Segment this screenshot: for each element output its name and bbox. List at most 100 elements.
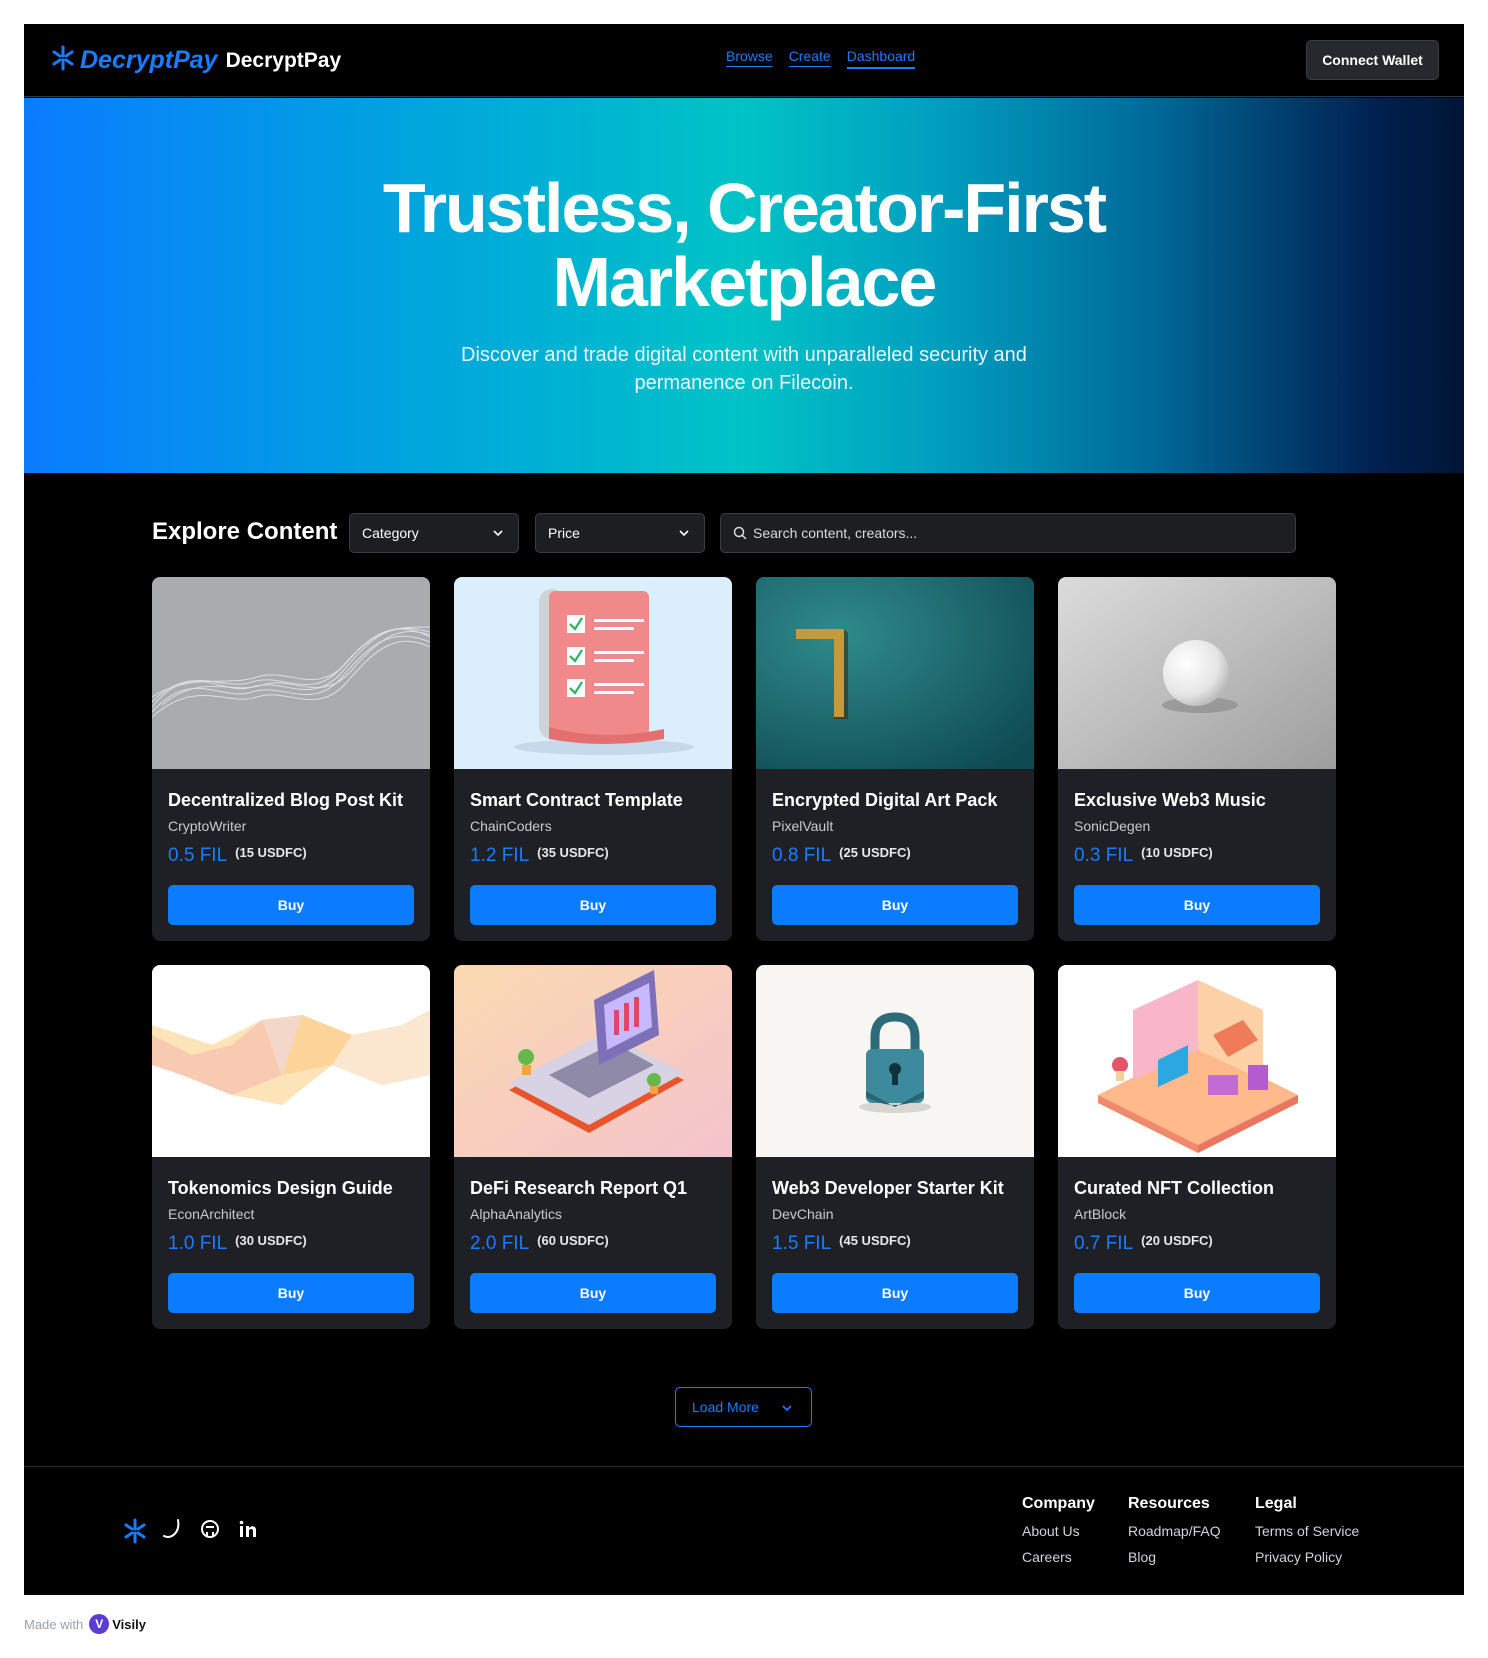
content-card[interactable]: Decentralized Blog Post Kit CryptoWriter… [152,577,430,941]
card-title: Smart Contract Template [470,790,683,810]
card-image-gold-bracket [756,577,1034,769]
load-more-label: Load More [692,1399,759,1415]
price-usdfc: (60 USDFC) [537,1233,609,1248]
decryptpay-logo-icon [50,44,76,77]
footer-link-privacy[interactable]: Privacy Policy [1255,1549,1359,1565]
card-price: 0.8 FIL (25 USDFC) [772,845,911,867]
github-icon[interactable] [198,1517,222,1541]
visily-name: Visily [112,1616,146,1632]
card-title: Web3 Developer Starter Kit [772,1178,1004,1198]
price-fil: 1.5 FIL [772,1233,832,1254]
card-image-isometric-room [1058,965,1336,1157]
made-with-text: Made with [24,1616,84,1632]
buy-button[interactable]: Buy [470,1273,716,1313]
content-card[interactable]: Tokenomics Design Guide EconArchitect 1.… [152,965,430,1329]
explore-title: Explore Content [152,518,338,545]
card-price: 0.5 FIL (15 USDFC) [168,845,307,867]
nav-create[interactable]: Create [789,48,831,69]
card-title: DeFi Research Report Q1 [470,1178,688,1198]
made-with-badge[interactable]: Made with V Visily [24,1614,146,1634]
card-image-low-poly [152,965,430,1157]
price-fil: 1.0 FIL [168,1233,228,1254]
nav-browse[interactable]: Browse [726,48,773,69]
linkedin-icon[interactable] [236,1517,260,1541]
hero-subtitle: Discover and trade digital content with … [461,344,1027,394]
price-fil: 2.0 FIL [470,1233,530,1254]
decryptpay-icon[interactable] [122,1517,146,1544]
footer-column-company: Company About Us Careers [1022,1495,1095,1575]
footer-heading: Legal [1255,1495,1297,1512]
price-usdfc: (35 USDFC) [537,845,609,860]
buy-button[interactable]: Buy [470,885,716,925]
price-fil: 0.5 FIL [168,845,228,866]
logo-wordmark: DecryptPay [80,46,218,74]
footer-heading: Company [1022,1495,1095,1512]
price-usdfc: (20 USDFC) [1141,1233,1213,1248]
site-footer: Company About Us Careers Resources Roadm… [24,1466,1464,1595]
price-select[interactable]: Price [535,513,705,553]
card-price: 2.0 FIL (60 USDFC) [470,1233,609,1255]
hero-title: Trustless, Creator-First Marketplace [24,171,1464,319]
card-creator: SonicDegen [1074,818,1151,834]
visily-logo-icon: V [89,1614,110,1634]
price-usdfc: (15 USDFC) [235,845,307,860]
content-card[interactable]: Smart Contract Template ChainCoders 1.2 … [454,577,732,941]
price-fil: 0.3 FIL [1074,845,1134,866]
search-input[interactable] [753,525,1273,541]
buy-button[interactable]: Buy [168,885,414,925]
card-title: Exclusive Web3 Music [1074,790,1266,810]
content-card[interactable]: Web3 Developer Starter Kit DevChain 1.5 … [756,965,1034,1329]
card-image-wave-lines [152,577,430,769]
card-title: Tokenomics Design Guide [168,1178,393,1198]
buy-button[interactable]: Buy [1074,1273,1320,1313]
footer-link-blog[interactable]: Blog [1128,1549,1221,1565]
card-creator: ArtBlock [1074,1206,1127,1222]
chevron-down-icon [679,530,689,537]
footer-link-careers[interactable]: Careers [1022,1549,1095,1565]
price-select-label: Price [548,525,580,541]
twitter-icon[interactable] [160,1517,184,1541]
brand[interactable]: DecryptPay DecryptPay [50,44,341,77]
content-card[interactable]: DeFi Research Report Q1 AlphaAnalytics 2… [454,965,732,1329]
card-image-white-sphere [1058,577,1336,769]
card-image-checklist-scroll [454,577,732,769]
content-card[interactable]: Encrypted Digital Art Pack PixelVault 0.… [756,577,1034,941]
price-usdfc: (45 USDFC) [839,1233,911,1248]
load-more-button[interactable]: Load More [675,1387,812,1427]
buy-button[interactable]: Buy [1074,885,1320,925]
card-creator: DevChain [772,1206,834,1222]
connect-wallet-button[interactable]: Connect Wallet [1306,40,1439,80]
card-price: 1.0 FIL (30 USDFC) [168,1233,307,1255]
social-links [122,1517,260,1544]
card-creator: EconArchitect [168,1206,255,1222]
price-usdfc: (30 USDFC) [235,1233,307,1248]
footer-link-about[interactable]: About Us [1022,1523,1095,1539]
card-image-padlock [756,965,1034,1157]
buy-button[interactable]: Buy [168,1273,414,1313]
card-image-isometric-laptop [454,965,732,1157]
nav-dashboard[interactable]: Dashboard [846,48,916,69]
card-price: 1.5 FIL (45 USDFC) [772,1233,911,1255]
card-price: 0.3 FIL (10 USDFC) [1074,845,1213,867]
price-usdfc: (25 USDFC) [839,845,911,860]
chevron-down-icon [782,1405,792,1412]
card-creator: CryptoWriter [168,818,247,834]
buy-button[interactable]: Buy [772,885,1018,925]
footer-column-resources: Resources Roadmap/FAQ Blog [1128,1495,1221,1575]
content-card[interactable]: Curated NFT Collection ArtBlock 0.7 FIL … [1058,965,1336,1329]
price-fil: 0.7 FIL [1074,1233,1134,1254]
footer-link-roadmap[interactable]: Roadmap/FAQ [1128,1523,1221,1539]
footer-link-terms[interactable]: Terms of Service [1255,1523,1359,1539]
top-header: DecryptPay DecryptPay Browse Create Dash… [24,24,1464,97]
hero-title-line2: Marketplace [552,243,938,321]
price-fil: 0.8 FIL [772,845,832,866]
buy-button[interactable]: Buy [772,1273,1018,1313]
category-select[interactable]: Category [349,513,519,553]
footer-column-legal: Legal Terms of Service Privacy Policy [1255,1495,1359,1575]
search-box[interactable] [720,513,1296,553]
search-icon [733,526,747,540]
content-card[interactable]: Exclusive Web3 Music SonicDegen 0.3 FIL … [1058,577,1336,941]
card-creator: PixelVault [772,818,834,834]
price-usdfc: (10 USDFC) [1141,845,1213,860]
app-frame: DecryptPay DecryptPay Browse Create Dash… [24,24,1464,1595]
